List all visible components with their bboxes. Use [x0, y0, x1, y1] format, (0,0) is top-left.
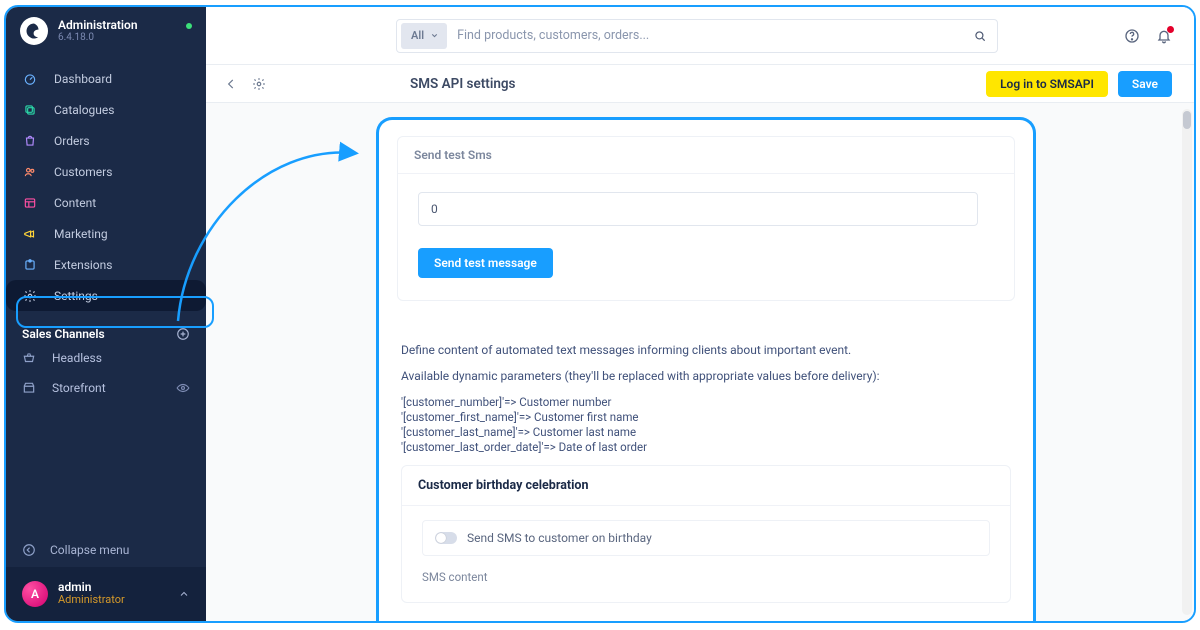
sidebar: Administration 6.4.18.0 Dashboard Catalo… — [6, 7, 206, 621]
scrollbar-thumb[interactable] — [1183, 111, 1191, 129]
param-line: '[customer_last_order_date]'=> Date of l… — [401, 440, 1011, 455]
copy-icon — [22, 103, 38, 117]
add-channel-icon[interactable] — [176, 327, 190, 341]
basket-icon — [22, 351, 36, 365]
search-scope-chip[interactable]: All — [401, 23, 447, 49]
avatar: A — [22, 581, 48, 607]
templates-intro: Define content of automated text message… — [401, 343, 1011, 357]
chevron-up-icon — [178, 588, 190, 600]
test-sms-title: Send test Sms — [398, 137, 1014, 174]
eye-icon[interactable] — [176, 381, 190, 395]
channel-label: Storefront — [52, 381, 106, 395]
sidebar-item-label: Extensions — [54, 258, 112, 272]
help-icon[interactable] — [1124, 28, 1140, 44]
sidebar-item-label: Catalogues — [54, 103, 114, 117]
user-menu[interactable]: A admin Administrator — [6, 567, 206, 621]
sidebar-item-catalogues[interactable]: Catalogues — [6, 94, 206, 125]
sidebar-item-label: Settings — [54, 289, 98, 303]
sidebar-header: Administration 6.4.18.0 — [6, 7, 206, 59]
sidebar-item-content[interactable]: Content — [6, 187, 206, 218]
bell-icon[interactable] — [1156, 28, 1172, 44]
highlighted-panel: Send test Sms Send test message Define c… — [376, 117, 1036, 621]
channel-label: Headless — [52, 351, 102, 365]
sidebar-title: Administration — [58, 19, 138, 32]
sidebar-item-label: Customers — [54, 165, 112, 179]
channel-headless[interactable]: Headless — [6, 343, 206, 373]
sidebar-item-settings[interactable]: Settings — [6, 280, 206, 311]
test-phone-field[interactable] — [418, 192, 978, 226]
sidebar-item-orders[interactable]: Orders — [6, 125, 206, 156]
birthday-toggle-row[interactable]: Send SMS to customer on birthday — [422, 520, 990, 556]
test-phone-input[interactable] — [431, 202, 965, 216]
main: All SMS API settings Log in to SMSAPI Sa… — [206, 7, 1194, 621]
test-sms-card: Send test Sms Send test message — [397, 136, 1015, 301]
sidebar-item-marketing[interactable]: Marketing — [6, 218, 206, 249]
birthday-card: Customer birthday celebration Send SMS t… — [401, 465, 1011, 603]
param-line: '[customer_first_name]'=> Customer first… — [401, 410, 1011, 425]
content-area: Send test Sms Send test message Define c… — [206, 103, 1194, 621]
search-chip-label: All — [411, 29, 424, 42]
sidebar-version: 6.4.18.0 — [58, 32, 138, 43]
status-dot-icon — [186, 23, 192, 29]
user-name: admin — [58, 581, 125, 593]
back-icon[interactable] — [224, 77, 238, 91]
sidebar-item-label: Orders — [54, 134, 90, 148]
topbar: All — [206, 7, 1194, 65]
scrollbar[interactable] — [1182, 109, 1192, 615]
templates-available: Available dynamic parameters (they'll be… — [401, 369, 1011, 383]
toggle-switch[interactable] — [435, 532, 457, 544]
layout-icon — [22, 196, 38, 210]
sidebar-item-label: Dashboard — [54, 72, 112, 86]
user-role: Administrator — [58, 593, 125, 606]
sidebar-item-dashboard[interactable]: Dashboard — [6, 63, 206, 94]
save-button[interactable]: Save — [1118, 71, 1172, 97]
bag-icon — [22, 134, 38, 148]
collapse-label: Collapse menu — [50, 543, 129, 557]
sales-channels-title: Sales Channels — [22, 327, 105, 341]
collapse-icon — [22, 543, 36, 557]
gear-icon — [22, 289, 38, 303]
store-icon — [22, 381, 36, 395]
channel-storefront[interactable]: Storefront — [6, 373, 206, 403]
templates-info: Define content of automated text message… — [397, 325, 1015, 603]
birthday-toggle-label: Send SMS to customer on birthday — [467, 531, 652, 545]
sidebar-item-label: Marketing — [54, 227, 108, 241]
sms-content-label: SMS content — [422, 570, 990, 584]
gauge-icon — [22, 72, 38, 86]
birthday-title: Customer birthday celebration — [402, 466, 1010, 506]
logo-icon — [20, 17, 48, 45]
search-input[interactable] — [447, 28, 963, 43]
megaphone-icon — [22, 227, 38, 241]
sales-channels-header: Sales Channels — [6, 315, 206, 343]
page-header: SMS API settings Log in to SMSAPI Save — [206, 65, 1194, 103]
send-test-button[interactable]: Send test message — [418, 248, 553, 278]
sidebar-item-customers[interactable]: Customers — [6, 156, 206, 187]
collapse-menu[interactable]: Collapse menu — [6, 533, 206, 567]
puzzle-icon — [22, 258, 38, 272]
login-smsapi-button[interactable]: Log in to SMSAPI — [986, 71, 1108, 97]
sidebar-item-extensions[interactable]: Extensions — [6, 249, 206, 280]
settings-crumb-icon[interactable] — [252, 77, 266, 91]
search-icon[interactable] — [963, 29, 997, 43]
page-title: SMS API settings — [410, 76, 516, 92]
search: All — [396, 19, 998, 53]
sidebar-nav: Dashboard Catalogues Orders Customers Co… — [6, 59, 206, 315]
users-icon — [22, 165, 38, 179]
param-line: '[customer_number]'=> Customer number — [401, 395, 1011, 410]
sidebar-item-label: Content — [54, 196, 96, 210]
param-line: '[customer_last_name]'=> Customer last n… — [401, 425, 1011, 440]
